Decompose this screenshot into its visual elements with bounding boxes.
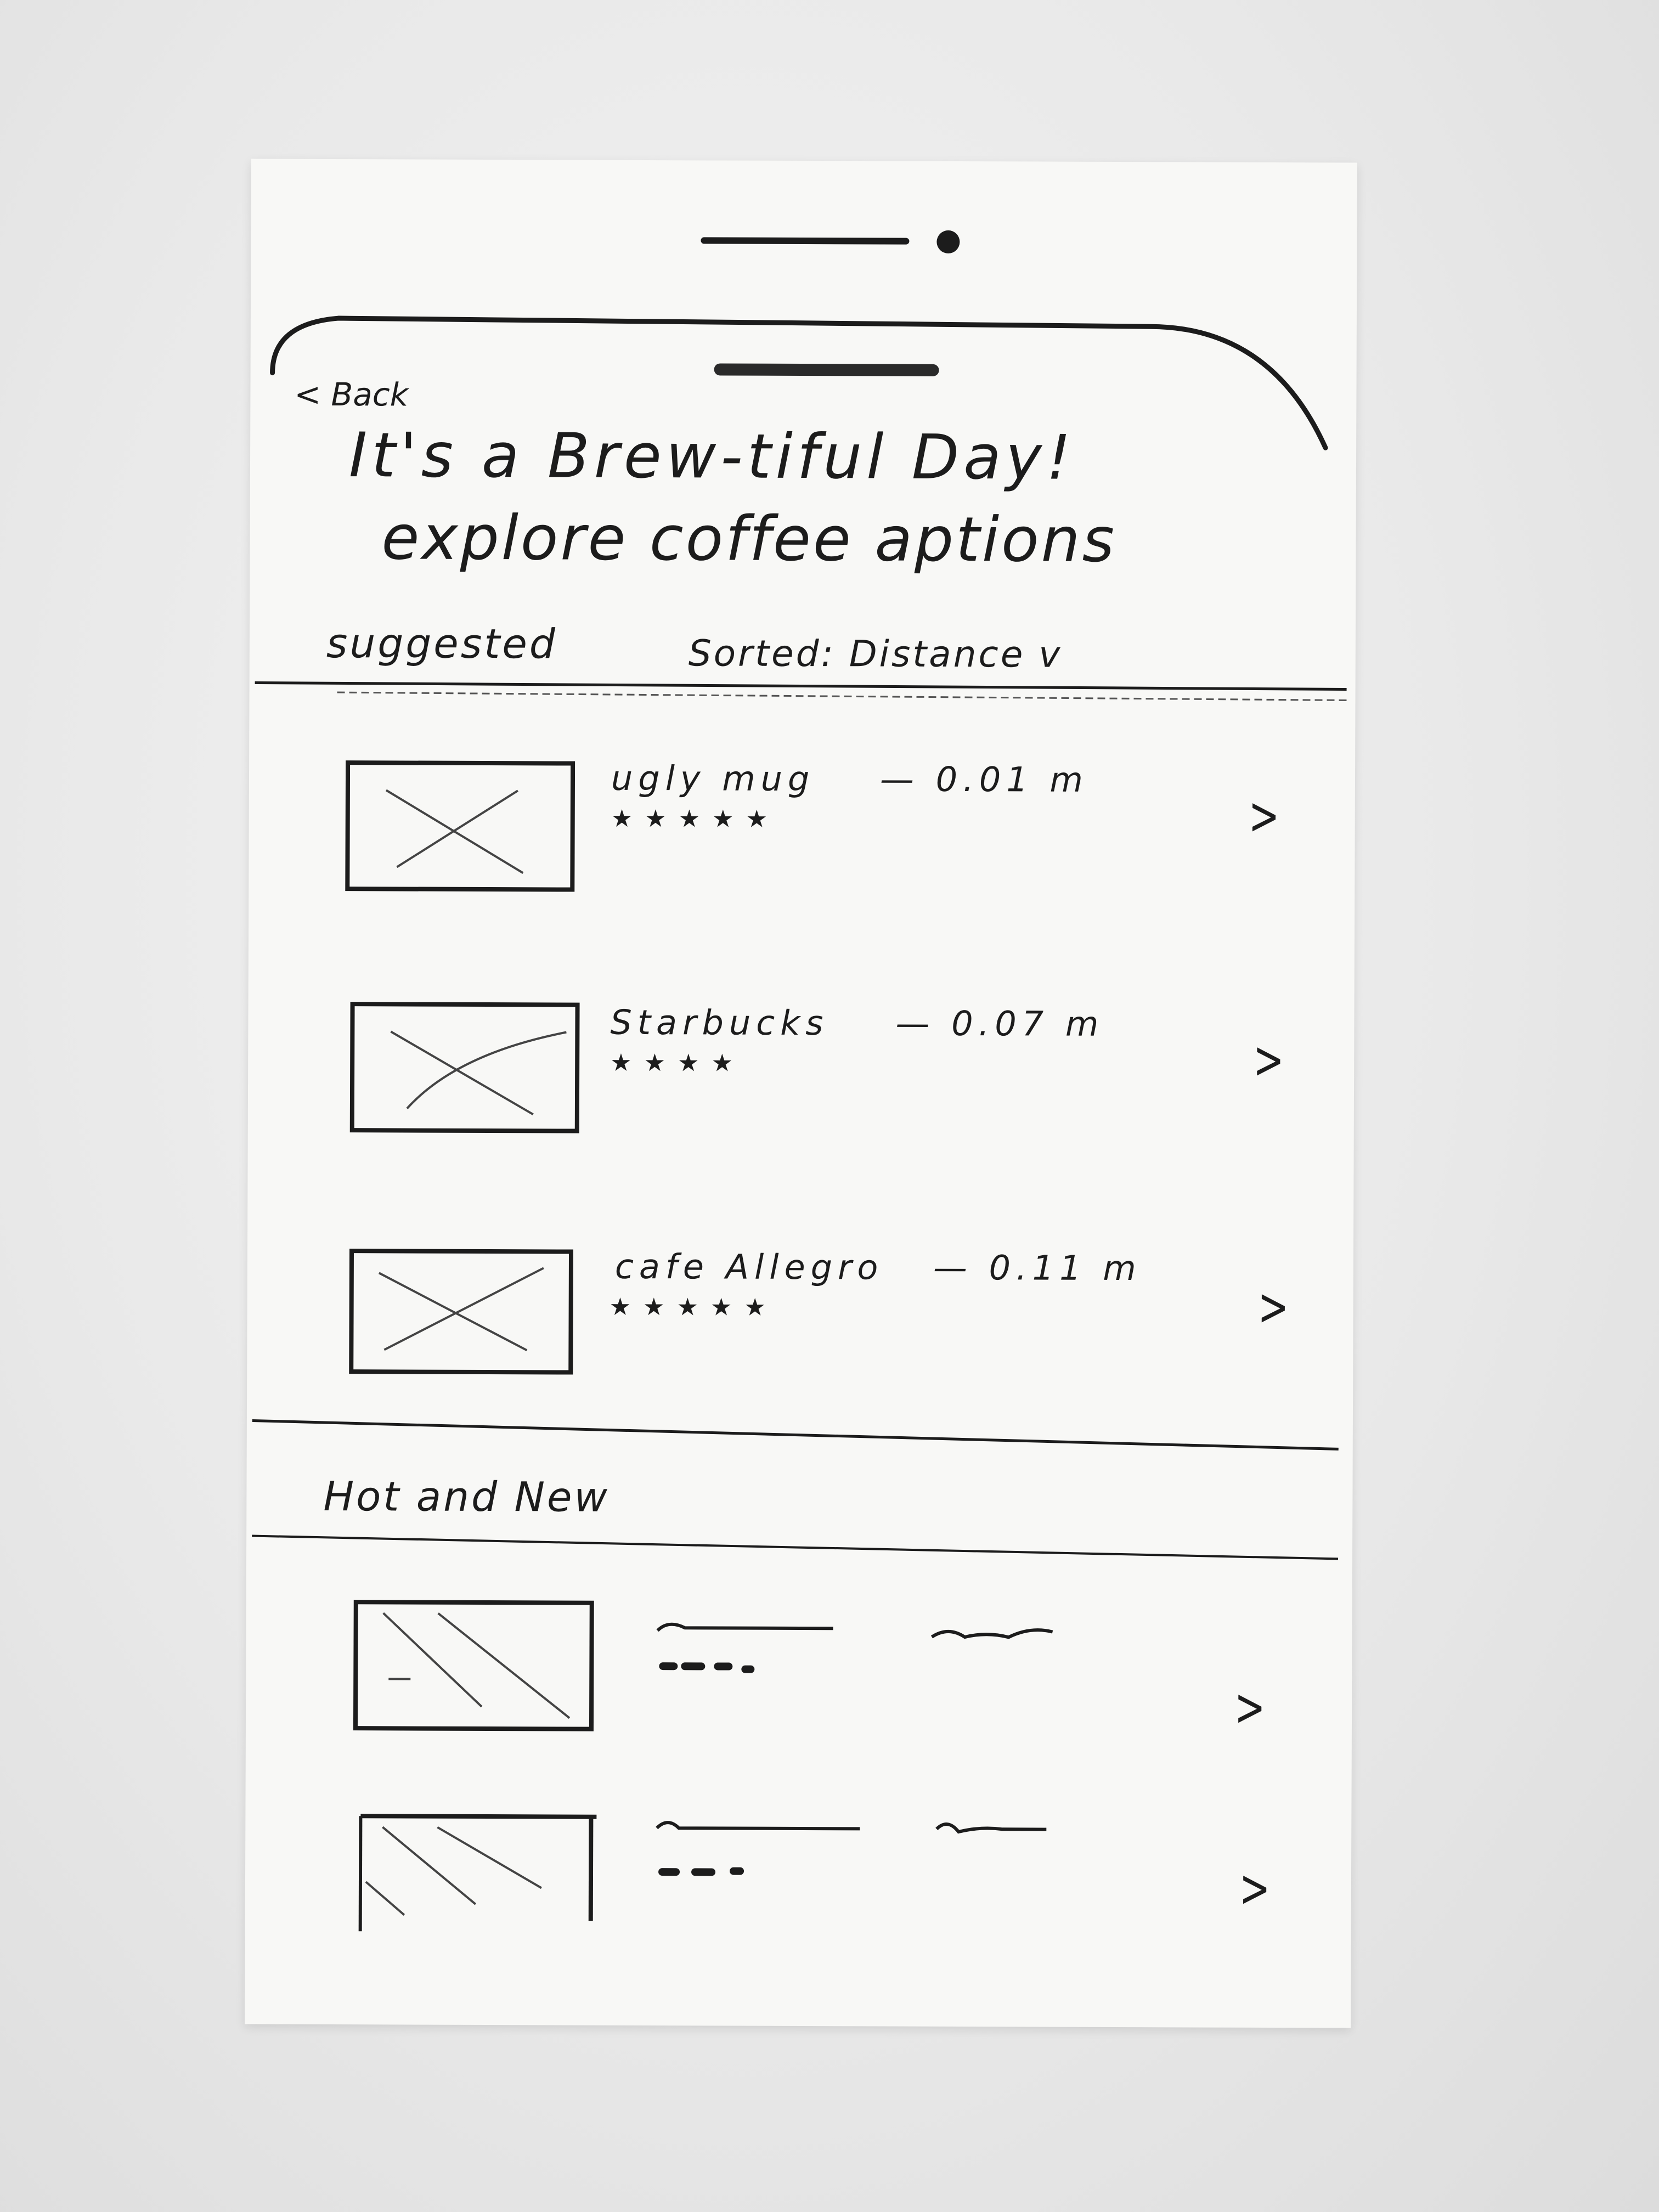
image-placeholder-icon — [349, 1249, 574, 1375]
chevron-right-icon[interactable]: > — [1253, 1029, 1284, 1091]
shop-name: cafe Allegro — [614, 1246, 884, 1288]
paper-sketch: < Back It's a Brew-tiful Day! explore co… — [245, 159, 1357, 2028]
placeholder-text-lines — [656, 1622, 1053, 1673]
chevron-right-icon[interactable]: > — [1249, 785, 1280, 847]
back-button[interactable]: < Back — [294, 376, 408, 414]
page-subtitle: explore coffee aptions — [381, 502, 1117, 577]
section-hot-and-new-label: Hot and New — [323, 1472, 610, 1521]
shop-name: ugly mug — [611, 758, 815, 799]
list-item[interactable]: ugly mug — 0.01 m ★★★★★ > — [249, 751, 1355, 930]
image-placeholder-icon — [353, 1600, 594, 1731]
image-placeholder-icon — [358, 1814, 597, 1932]
star-rating: ★★★★★ — [609, 1293, 778, 1322]
list-item[interactable]: > — [245, 1799, 1351, 1978]
chevron-right-icon[interactable]: > — [1239, 1858, 1271, 1919]
section-suggested-label: suggested — [326, 619, 558, 668]
chevron-right-icon[interactable]: > — [1258, 1276, 1289, 1338]
star-rating: ★★★★ — [610, 1048, 746, 1077]
placeholder-text-lines — [656, 1821, 1047, 1876]
page-title: It's a Brew-tiful Day! — [348, 420, 1076, 494]
star-rating: ★★★★★ — [611, 804, 780, 833]
list-item[interactable]: cafe Allegro — 0.11 m ★★★★★ > — [247, 1234, 1353, 1413]
list-item[interactable]: > — [246, 1596, 1352, 1775]
shop-distance: — 0.11 m — [933, 1247, 1142, 1289]
shop-distance: — 0.01 m — [879, 759, 1088, 800]
image-placeholder-icon — [349, 1002, 580, 1133]
speaker-bar — [714, 363, 939, 376]
sort-dropdown[interactable]: Sorted: Distance v — [689, 632, 1063, 675]
shop-name: Starbucks — [610, 1002, 829, 1043]
shop-distance: — 0.07 m — [895, 1003, 1104, 1044]
chevron-right-icon[interactable]: > — [1234, 1677, 1266, 1738]
list-item[interactable]: Starbucks — 0.07 m ★★★★ > — [248, 992, 1355, 1172]
image-placeholder-icon — [345, 760, 575, 892]
